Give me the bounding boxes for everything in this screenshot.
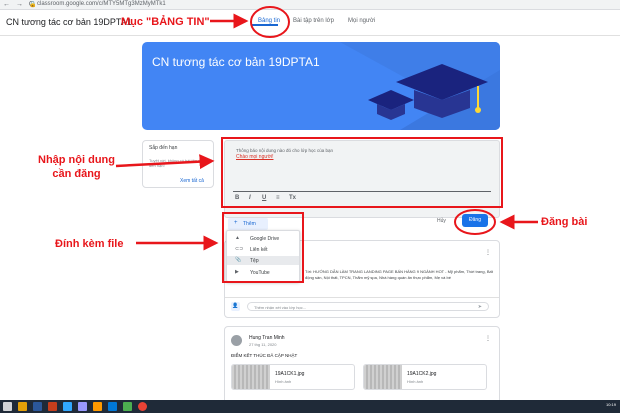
avatar bbox=[231, 335, 242, 346]
taskbar: 10:19 bbox=[0, 400, 620, 413]
post-date: 27 thg 11, 2020 bbox=[249, 342, 277, 347]
word-icon[interactable] bbox=[33, 402, 42, 411]
highlight-menu-box bbox=[222, 212, 304, 283]
annotation-attach: Đính kèm file bbox=[55, 238, 124, 250]
explorer-icon[interactable] bbox=[18, 402, 27, 411]
upcoming-text: Tuyệt vời, không có bài tập nào sắp đến … bbox=[149, 158, 213, 168]
tab-classwork[interactable]: Bài tập trên lớp bbox=[293, 18, 334, 24]
tab-people[interactable]: Mọi người bbox=[348, 18, 375, 24]
start-icon[interactable] bbox=[3, 402, 12, 411]
illustrator-icon[interactable] bbox=[93, 402, 102, 411]
lock-icon: 🔒 bbox=[29, 2, 37, 8]
annotation-stream-tab: Mục "BẢNG TIN" bbox=[121, 16, 210, 28]
graduation-cap-icon bbox=[368, 90, 414, 120]
more-options-icon[interactable]: ⋮ bbox=[485, 335, 491, 342]
cancel-button[interactable]: Hủy bbox=[437, 218, 446, 224]
attachment-card[interactable]: 19A1CK1.jpg Hình ảnh bbox=[231, 364, 355, 390]
comment-placeholder: Thêm nhận xét vào lớp học... bbox=[254, 305, 306, 310]
highlight-editor-box bbox=[221, 137, 503, 208]
view-all-link[interactable]: Xem tất cả bbox=[180, 178, 204, 184]
annotation-content-line2: cần đăng bbox=[52, 168, 101, 180]
divider bbox=[225, 297, 499, 298]
image-thumbnail bbox=[364, 365, 402, 389]
annotation-content-line1: Nhập nội dung bbox=[38, 154, 115, 166]
announcement-text: Tới: HƯỚNG DẪN LÀM TRANG LANDING PAGE BÁ… bbox=[305, 269, 493, 280]
upcoming-title: Sắp đến hạn bbox=[149, 145, 178, 151]
annotation-content: Nhập nội dung cần đăng bbox=[38, 153, 115, 181]
app-icon[interactable] bbox=[123, 402, 132, 411]
banner-title: CN tương tác cơ bản 19DPTA1 bbox=[152, 55, 320, 69]
active-tab-indicator bbox=[252, 24, 278, 26]
post-button[interactable]: Đăng bbox=[462, 214, 488, 227]
url-text[interactable]: classroom.google.com/c/MTY5MTg3MzMyMTk1 bbox=[37, 1, 166, 7]
class-banner: CN tương tác cơ bản 19DPTA1 bbox=[142, 42, 500, 130]
clock: 10:19 bbox=[605, 402, 616, 407]
app-icon[interactable] bbox=[108, 402, 117, 411]
powerpoint-icon[interactable] bbox=[48, 402, 57, 411]
attachment-name: 19A1CK2.jpg bbox=[407, 371, 437, 377]
more-options-icon[interactable]: ⋮ bbox=[485, 249, 491, 256]
app-header: CN tương tác cơ bản 19DPTA1 Bảng tin Bài… bbox=[0, 10, 620, 36]
chrome-icon[interactable] bbox=[138, 402, 147, 411]
annotation-post: Đăng bài bbox=[541, 216, 588, 228]
class-comment-input[interactable]: Thêm nhận xét vào lớp học... ➤ bbox=[247, 302, 489, 311]
attachment-name: 19A1CK1.jpg bbox=[275, 371, 305, 377]
premiere-icon[interactable] bbox=[78, 402, 87, 411]
class-title[interactable]: CN tương tác cơ bản 19DPTA1 bbox=[6, 17, 132, 27]
attachment-type: Hình ảnh bbox=[275, 379, 292, 384]
post-body: ĐIỂM KẾT THÚC ĐÃ CẬP NHẬT bbox=[231, 353, 298, 358]
attachment-card[interactable]: 19A1CK2.jpg Hình ảnh bbox=[363, 364, 487, 390]
browser-address-bar: ← → C 🔒 classroom.google.com/c/MTY5MTg3M… bbox=[0, 0, 620, 10]
upcoming-card: Sắp đến hạn Tuyệt vời, không có bài tập … bbox=[142, 140, 214, 188]
image-thumbnail bbox=[232, 365, 270, 389]
photoshop-icon[interactable] bbox=[63, 402, 72, 411]
post-author: Hung Tran Minh bbox=[249, 335, 285, 341]
comment-avatar-icon: 👤 bbox=[231, 302, 240, 311]
attachment-type: Hình ảnh bbox=[407, 379, 424, 384]
send-icon[interactable]: ➤ bbox=[478, 304, 482, 310]
